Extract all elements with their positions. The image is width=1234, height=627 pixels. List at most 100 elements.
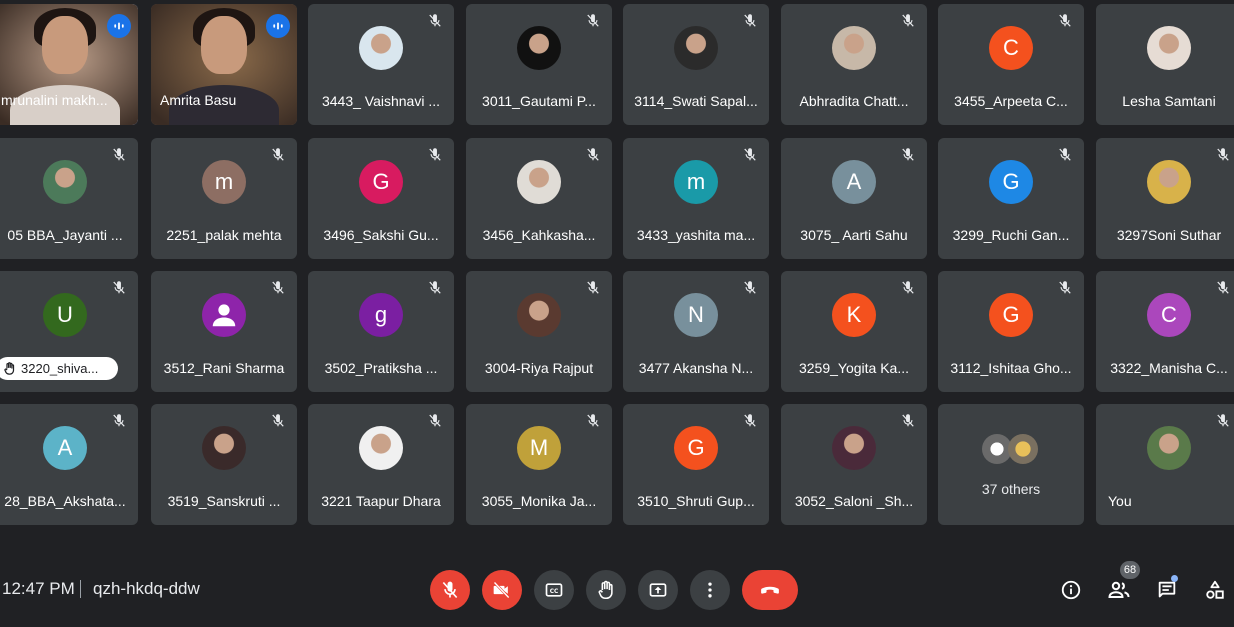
raise-hand-button[interactable] <box>586 570 626 610</box>
avatar-photo <box>359 26 403 70</box>
hand-icon <box>4 362 15 375</box>
participant-tile[interactable]: m 3433_yashita ma... <box>623 138 769 259</box>
mic-muted-icon <box>426 12 448 34</box>
participant-tile[interactable]: A 3075_ Aarti Sahu <box>781 138 927 259</box>
participant-tile[interactable]: You <box>1096 404 1234 525</box>
participant-name: 3455_Arpeeta C... <box>954 93 1068 109</box>
mic-muted-icon <box>741 412 763 434</box>
avatar: A <box>43 426 87 470</box>
participant-tile[interactable]: G 3496_Sakshi Gu... <box>308 138 454 259</box>
participant-name: 28_BBA_Akshata... <box>4 493 126 509</box>
avatar: U <box>43 293 87 337</box>
participant-tile[interactable]: G 3299_Ruchi Gan... <box>938 138 1084 259</box>
participant-tile[interactable]: mrunalini makh... <box>0 4 138 125</box>
participant-tile[interactable]: Lesha Samtani <box>1096 4 1234 125</box>
microphone-button[interactable] <box>430 570 470 610</box>
participant-name: 3519_Sanskruti ... <box>167 493 281 509</box>
speaking-indicator-icon <box>266 14 290 38</box>
participant-tile[interactable]: A 28_BBA_Akshata... <box>0 404 138 525</box>
mic-muted-icon <box>110 412 132 434</box>
participant-name: 05 BBA_Jayanti ... <box>7 227 123 243</box>
participant-name: 3456_Kahkasha... <box>482 227 596 243</box>
raised-hand-chip: 3220_shiva... <box>0 357 118 380</box>
participant-tile[interactable]: 3221 Taapur Dhara <box>308 404 454 525</box>
activities-button[interactable] <box>1202 577 1228 603</box>
participant-tile[interactable]: G 3510_Shruti Gup... <box>623 404 769 525</box>
participant-tile[interactable]: Abhradita Chatt... <box>781 4 927 125</box>
people-button[interactable] <box>1106 577 1132 603</box>
mic-muted-icon <box>110 146 132 168</box>
participant-tile[interactable]: 3011_Gautami P... <box>466 4 612 125</box>
mic-muted-icon <box>741 146 763 168</box>
participant-name: 3259_Yogita Ka... <box>798 360 910 376</box>
participant-tile[interactable]: 3004-Riya Rajput <box>466 271 612 392</box>
participant-name: 3299_Ruchi Gan... <box>952 227 1070 243</box>
mic-muted-icon <box>426 412 448 434</box>
avatar: g <box>359 293 403 337</box>
participant-name: 3011_Gautami P... <box>482 93 596 109</box>
avatar-photo <box>359 426 403 470</box>
avatar: C <box>1147 293 1191 337</box>
mic-muted-icon <box>584 146 606 168</box>
participant-name: 3075_ Aarti Sahu <box>800 227 908 243</box>
meeting-time: 12:47 PM <box>2 579 75 598</box>
mic-muted-icon <box>1056 146 1078 168</box>
camera-button[interactable] <box>482 570 522 610</box>
avatar-photo <box>517 160 561 204</box>
participant-tile[interactable]: Amrita Basu <box>151 4 297 125</box>
participant-tile[interactable]: m 2251_palak mehta <box>151 138 297 259</box>
avatar-photo <box>1147 160 1191 204</box>
participant-tile[interactable]: M 3055_Monika Ja... <box>466 404 612 525</box>
mic-muted-icon <box>899 146 921 168</box>
participant-tile[interactable]: 3512_Rani Sharma <box>151 271 297 392</box>
mic-muted-icon <box>1056 12 1078 34</box>
chat-icon <box>1158 581 1176 598</box>
participant-name: 2251_palak mehta <box>166 227 282 243</box>
avatar-photo <box>202 426 246 470</box>
mic-muted-icon <box>426 146 448 168</box>
participant-name: 3221 Taapur Dhara <box>321 493 441 509</box>
participant-name: mrunalini makh... <box>1 92 108 108</box>
avatar <box>202 293 246 337</box>
participant-tile[interactable]: 05 BBA_Jayanti ... <box>0 138 138 259</box>
mic-muted-icon <box>899 279 921 301</box>
captions-button[interactable]: CC <box>534 570 574 610</box>
mic-muted-icon <box>269 412 291 434</box>
participant-tile[interactable]: N 3477 Akansha N... <box>623 271 769 392</box>
participant-name: 3502_Pratiksha ... <box>324 360 438 376</box>
avatar-photo <box>832 426 876 470</box>
avatar: m <box>674 160 718 204</box>
mic-muted-icon <box>899 412 921 434</box>
participant-tile[interactable]: 3519_Sanskruti ... <box>151 404 297 525</box>
participant-name: 3114_Swati Sapal... <box>634 93 758 109</box>
chat-notification-dot <box>1171 575 1178 582</box>
participant-grid: mrunalini makh... Amrita Basu 3443_ Vaishn… <box>0 0 1234 540</box>
participant-tile[interactable]: C 3455_Arpeeta C... <box>938 4 1084 125</box>
participant-tile[interactable]: 3297Soni Suthar <box>1096 138 1234 259</box>
leave-call-button[interactable] <box>742 570 798 610</box>
person-icon <box>212 304 236 327</box>
camera-off-icon <box>493 581 510 599</box>
participant-tile[interactable]: 3456_Kahkasha... <box>466 138 612 259</box>
meeting-details-button[interactable] <box>1058 577 1084 603</box>
participant-tile[interactable]: 3052_Saloni _Sh... <box>781 404 927 525</box>
participant-tile[interactable]: g 3502_Pratiksha ... <box>308 271 454 392</box>
participant-tile[interactable]: G 3112_Ishitaa Gho... <box>938 271 1084 392</box>
avatar: C <box>989 26 1033 70</box>
participant-tile[interactable]: K 3259_Yogita Ka... <box>781 271 927 392</box>
participant-tile[interactable]: U 3220_shiva... <box>0 271 138 392</box>
participant-tile[interactable]: 3443_ Vaishnavi ... <box>308 4 454 125</box>
avatar-photo <box>517 293 561 337</box>
mic-muted-icon <box>584 12 606 34</box>
avatar: N <box>674 293 718 337</box>
mic-muted-icon <box>269 146 291 168</box>
participant-name: 3433_yashita ma... <box>636 227 756 243</box>
more-options-button[interactable] <box>690 570 730 610</box>
participant-name: 3055_Monika Ja... <box>481 493 597 509</box>
avatar: M <box>517 426 561 470</box>
participant-tile[interactable]: C 3322_Manisha C... <box>1096 271 1234 392</box>
present-button[interactable] <box>638 570 678 610</box>
participant-tile[interactable]: 37 others <box>938 404 1084 525</box>
participant-name: Lesha Samtani <box>1122 93 1216 109</box>
participant-tile[interactable]: 3114_Swati Sapal... <box>623 4 769 125</box>
